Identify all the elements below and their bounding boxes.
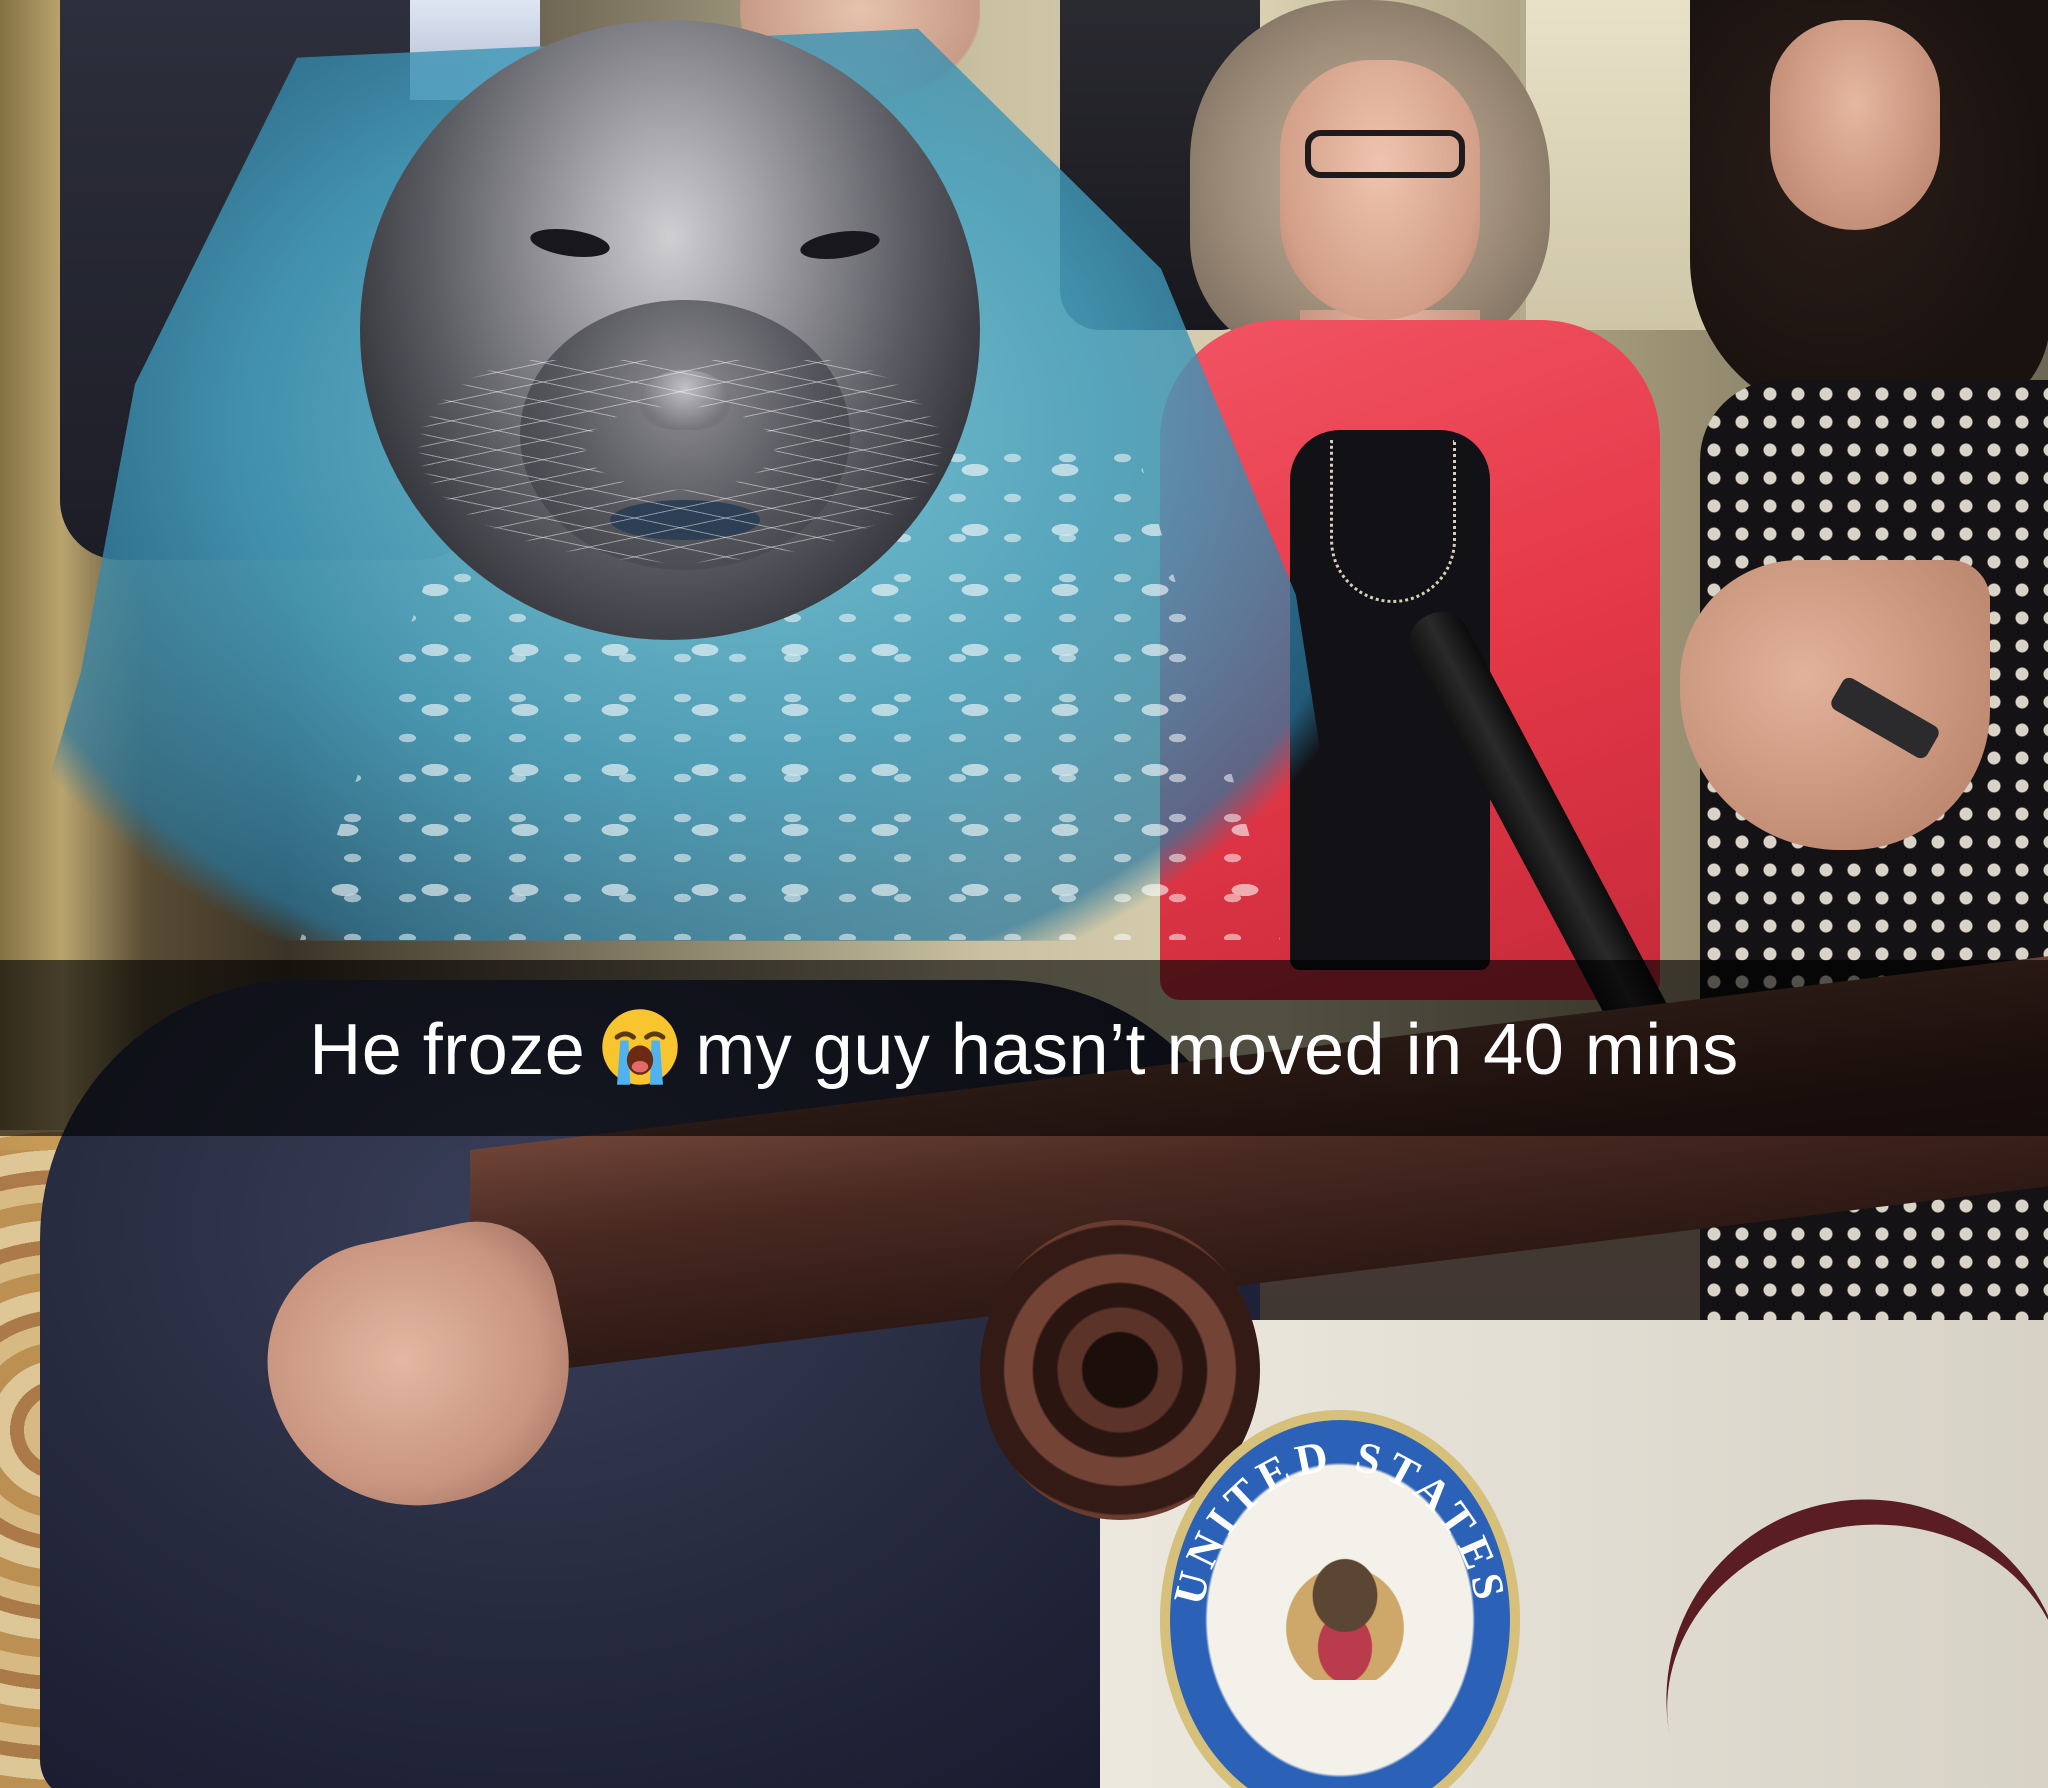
woman-polka-dress-face <box>1770 20 1940 230</box>
caption-bar: He froze my guy hasn’t moved in 40 mins <box>0 960 2048 1136</box>
caption-text: He froze my guy hasn’t moved in 40 mins <box>309 1006 1739 1091</box>
house-seal-text: UNITED STATES <box>1164 1430 1510 1609</box>
woman-red-jacket-face <box>1280 60 1480 320</box>
caption-text-after: my guy hasn’t moved in 40 mins <box>695 1009 1739 1090</box>
eyeglasses <box>1305 130 1465 178</box>
svg-text:UNITED STATES: UNITED STATES <box>1164 1430 1516 1609</box>
necklace <box>1330 440 1456 603</box>
seal-whiskers <box>380 360 980 580</box>
loudly-crying-face-icon <box>602 1008 679 1085</box>
house-seal-lettering: UNITED STATES <box>1164 1430 1516 1609</box>
photo-scene: UNITED STATES He froze my guy hasn’t mov… <box>0 0 2048 1788</box>
caption-text-before: He froze <box>309 1009 586 1090</box>
